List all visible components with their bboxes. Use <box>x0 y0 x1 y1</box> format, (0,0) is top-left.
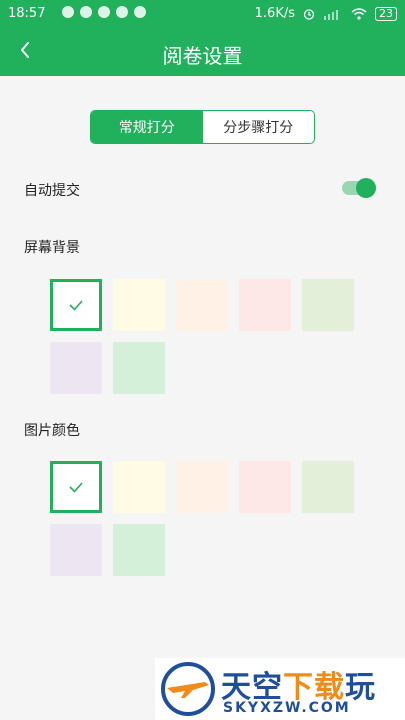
wifi-icon <box>351 7 367 20</box>
status-right: 1.6K/s 23 <box>255 6 397 21</box>
status-bar: 18:57 1.6K/s 23 <box>0 0 405 28</box>
check-icon <box>69 482 83 493</box>
page-title: 阅卷设置 <box>162 44 243 68</box>
alarm-icon <box>303 8 315 20</box>
check-icon <box>69 300 83 311</box>
screen-background-swatch-5[interactable] <box>302 279 354 331</box>
signal-icon <box>324 9 338 20</box>
app-icon <box>116 6 128 18</box>
toggle-knob <box>356 178 376 198</box>
image-color-label: 图片颜色 <box>24 423 80 439</box>
image-color-swatch-3[interactable] <box>176 461 228 513</box>
airplane-icon <box>167 682 209 698</box>
screen-background-swatch-3[interactable] <box>176 279 228 331</box>
battery-level: 23 <box>375 6 397 21</box>
screen-background-swatch-2[interactable] <box>113 279 165 331</box>
network-speed: 1.6K/s <box>254 6 295 21</box>
screen-background-swatch-6[interactable] <box>50 342 102 394</box>
notification-dot-icon <box>80 6 92 18</box>
tab-step-scoring[interactable]: 分步骤打分 <box>203 111 315 143</box>
image-color-swatch-5[interactable] <box>302 461 354 513</box>
tab-regular-scoring[interactable]: 常规打分 <box>91 111 203 143</box>
screen-background-swatch-4[interactable] <box>239 279 291 331</box>
qq-icon <box>62 6 74 18</box>
screen-background-swatch-1[interactable] <box>50 279 102 331</box>
image-color-swatch-6[interactable] <box>50 524 102 576</box>
app-header: 18:57 1.6K/s 23 阅卷设置 <box>0 0 405 76</box>
image-color-swatch-2[interactable] <box>113 461 165 513</box>
watermark-domain: SKYXZW.COM <box>223 700 351 716</box>
screen-background-label: 屏幕背景 <box>24 240 80 256</box>
notification-dot-icon-2 <box>98 6 110 18</box>
auto-submit-toggle[interactable] <box>342 178 378 198</box>
site-watermark-logo: 天空下载玩 SKYXZW.COM <box>155 658 405 720</box>
image-color-swatch-7[interactable] <box>113 524 165 576</box>
notification-dot-icon-3 <box>134 6 146 18</box>
scoring-mode-tabs: 常规打分 分步骤打分 <box>90 110 315 144</box>
status-time: 18:57 <box>8 6 46 21</box>
notification-icons <box>62 6 146 18</box>
screen-background-swatch-7[interactable] <box>113 342 165 394</box>
auto-submit-label: 自动提交 <box>24 183 80 199</box>
image-color-swatch-1[interactable] <box>50 461 102 513</box>
image-color-swatch-4[interactable] <box>239 461 291 513</box>
